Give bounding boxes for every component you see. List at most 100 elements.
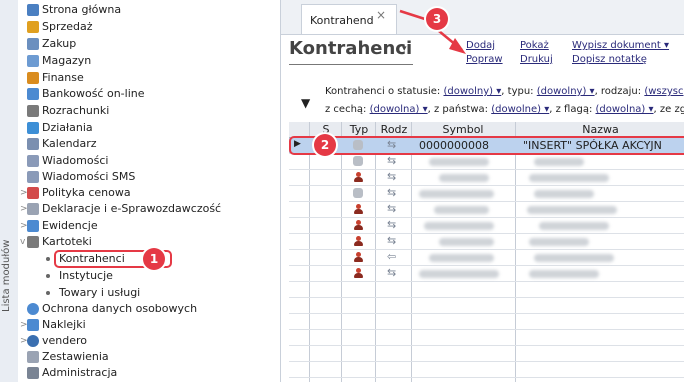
table-row[interactable] xyxy=(289,346,684,362)
bullet-icon xyxy=(46,291,50,295)
flag-filter[interactable]: (dowolna) ▾ xyxy=(596,104,654,115)
messages-icon xyxy=(27,155,39,167)
arrow-left-icon: ⇦ xyxy=(387,250,397,263)
page-title[interactable]: Kontrahenci xyxy=(289,38,412,59)
person-icon xyxy=(353,172,363,183)
bullet-icon xyxy=(46,257,50,261)
blurred-symbol xyxy=(419,190,494,198)
bullet-icon xyxy=(46,274,50,278)
records-icon xyxy=(27,220,39,232)
table-row[interactable] xyxy=(289,362,684,378)
step-marker-3: 3 xyxy=(426,8,448,30)
add-button[interactable]: Dodaj xyxy=(466,40,495,51)
blurred-name xyxy=(534,158,584,166)
blurred-name xyxy=(539,222,609,230)
table-row[interactable] xyxy=(289,314,684,330)
feature-filter[interactable]: (dowolna) ▾ xyxy=(370,104,428,115)
calendar-icon xyxy=(27,138,39,150)
transfer-icon: ⇆ xyxy=(387,218,397,231)
country-filter[interactable]: (dowolne) ▾ xyxy=(491,104,549,115)
transfer-icon: ⇆ xyxy=(387,266,397,279)
tab-kontrahenci[interactable]: Kontrahend × xyxy=(301,4,397,34)
declarations-icon xyxy=(27,203,39,215)
title-underline xyxy=(289,64,413,65)
column-rodz[interactable]: Rodz xyxy=(377,123,411,136)
table-row[interactable] xyxy=(289,282,684,298)
module-list-label: Lista modułów xyxy=(1,239,12,312)
blurred-symbol xyxy=(424,222,494,230)
column-nazwa[interactable]: Nazwa xyxy=(517,123,684,136)
home-icon xyxy=(27,4,39,16)
bank-icon xyxy=(27,88,39,100)
table-row[interactable]: ⇆ xyxy=(289,186,684,202)
table-row[interactable]: ⇆ xyxy=(289,266,684,282)
print-button[interactable]: Drukuj xyxy=(520,54,553,65)
person-icon xyxy=(353,236,363,247)
module-list-rail[interactable]: Lista modułów xyxy=(0,0,19,382)
blurred-name xyxy=(529,174,609,182)
table-row[interactable]: ⇦ xyxy=(289,250,684,266)
issue-document-button[interactable]: Wypisz dokument ▾ xyxy=(572,40,669,51)
chevron-down-icon[interactable]: ▾ xyxy=(402,44,407,54)
blurred-symbol xyxy=(439,174,489,182)
blurred-name xyxy=(529,270,599,278)
actions-icon xyxy=(27,122,39,134)
reports-icon xyxy=(27,351,39,363)
table-row[interactable]: ⇆ xyxy=(289,202,684,218)
pricing-icon xyxy=(27,187,39,199)
shield-icon xyxy=(27,303,39,315)
blurred-symbol xyxy=(429,158,489,166)
transfer-icon: ⇆ xyxy=(387,154,397,167)
column-symbol[interactable]: Symbol xyxy=(413,123,513,136)
step-marker-2: 2 xyxy=(314,134,336,156)
status-filter[interactable]: (dowolny) ▾ xyxy=(443,86,501,97)
blurred-symbol xyxy=(439,238,494,246)
highlight-box-selected-row xyxy=(289,136,684,155)
type-filter[interactable]: (dowolny) ▾ xyxy=(537,86,595,97)
module-tree: Strona główna Sprzedaż Zakup Magazyn Fin… xyxy=(18,0,281,382)
table-row[interactable]: ⇆ xyxy=(289,234,684,250)
blurred-name xyxy=(527,206,617,214)
transfer-icon: ⇆ xyxy=(387,202,397,215)
sms-icon xyxy=(27,171,39,183)
admin-icon xyxy=(27,367,39,379)
contractors-grid[interactable]: S Typ Rodz Symbol Nazwa ▶ ⇆ 0000000008 "… xyxy=(289,122,684,382)
company-icon xyxy=(353,156,363,166)
main-pane: Kontrahend × Kontrahenci ▾ Dodaj Pokaż W… xyxy=(281,0,684,382)
blurred-name xyxy=(529,238,589,246)
finance-icon xyxy=(27,72,39,84)
table-row[interactable]: ⇆ xyxy=(289,218,684,234)
person-icon xyxy=(353,204,363,215)
warehouse-icon xyxy=(27,55,39,67)
labels-icon xyxy=(27,319,39,331)
person-icon xyxy=(353,252,363,263)
vendero-icon xyxy=(27,335,39,347)
settlements-icon xyxy=(27,105,39,117)
add-note-button[interactable]: Dopisz notatkę xyxy=(572,54,647,65)
blurred-symbol xyxy=(434,206,489,214)
table-row[interactable] xyxy=(289,298,684,314)
company-icon xyxy=(353,188,363,198)
transfer-icon: ⇆ xyxy=(387,170,397,183)
table-row[interactable]: ⇆ xyxy=(289,170,684,186)
step-marker-1: 1 xyxy=(143,248,165,270)
column-typ[interactable]: Typ xyxy=(343,123,375,136)
edit-button[interactable]: Popraw xyxy=(466,54,503,65)
blurred-name xyxy=(534,190,594,198)
catalogs-icon xyxy=(27,236,39,248)
show-button[interactable]: Pokaż xyxy=(520,40,549,51)
blurred-symbol xyxy=(419,270,499,278)
blurred-name xyxy=(534,254,614,262)
transfer-icon: ⇆ xyxy=(387,234,397,247)
close-icon[interactable]: × xyxy=(376,8,386,22)
filter-toggle-icon[interactable]: ▼ xyxy=(301,96,310,110)
kind-filter[interactable]: (wszysc xyxy=(644,86,683,97)
table-row[interactable]: ⇆ xyxy=(289,154,684,170)
person-icon xyxy=(353,268,363,279)
blurred-symbol xyxy=(429,254,494,262)
purchase-icon xyxy=(27,38,39,50)
sales-icon xyxy=(27,21,39,33)
filter-line-2: z cechą: (dowolna) ▾, z państwa: (dowoln… xyxy=(325,104,684,115)
table-row[interactable] xyxy=(289,330,684,346)
transfer-icon: ⇆ xyxy=(387,186,397,199)
